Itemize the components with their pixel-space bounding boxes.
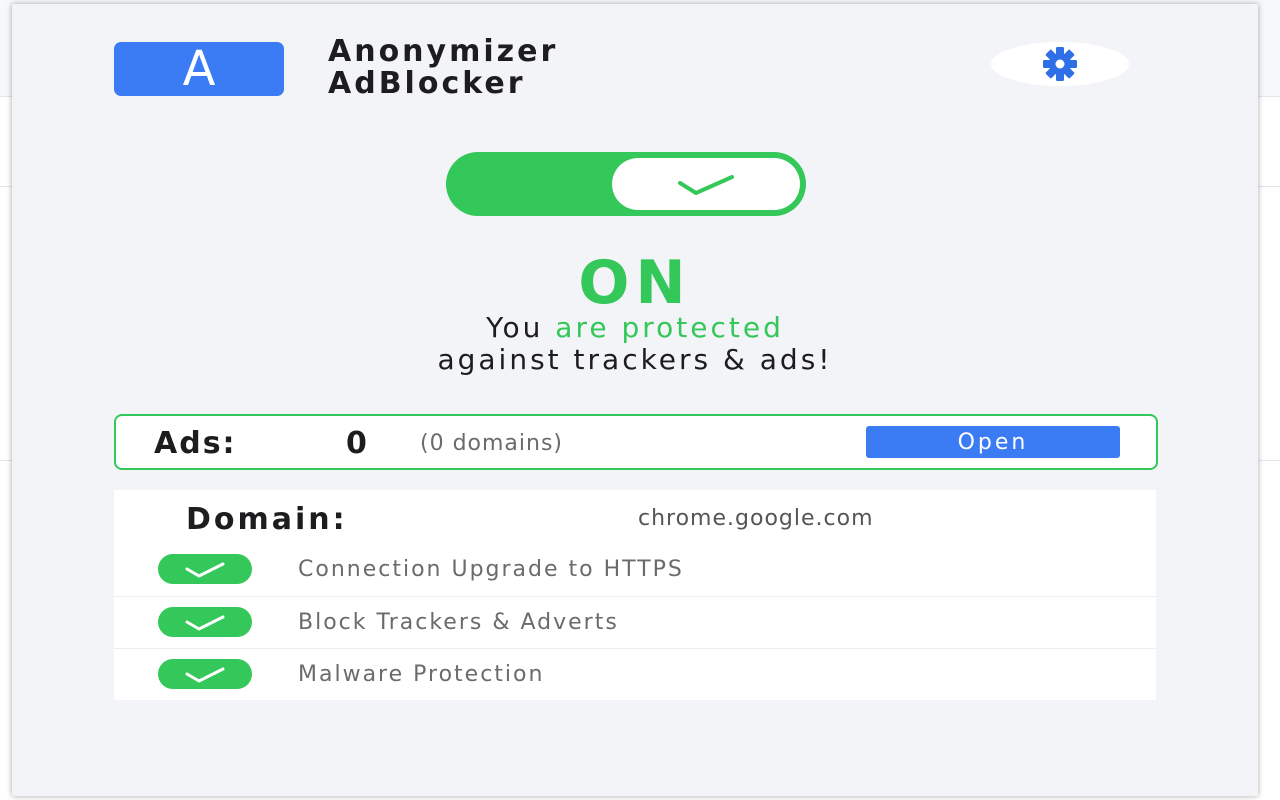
protection-tagline: You are protected against trackers & ads…: [12, 312, 1258, 376]
checkmark-icon: [185, 667, 225, 683]
open-button[interactable]: Open: [866, 426, 1120, 458]
logo-letter: A: [182, 41, 216, 97]
feature-label: Malware Protection: [298, 662, 545, 687]
domain-panel: Domain: chrome.google.com Connection Upg…: [114, 490, 1156, 700]
domain-label: Domain:: [186, 502, 348, 537]
tagline-line2: against trackers & ads!: [437, 343, 833, 376]
feature-label: Block Trackers & Adverts: [298, 610, 619, 635]
toggle-knob: [612, 158, 800, 210]
feature-row-malware: Malware Protection: [114, 648, 1156, 701]
ads-summary: Ads: 0 (0 domains) Open: [114, 414, 1158, 470]
feature-toggle-https[interactable]: [158, 554, 252, 584]
app-title-line1: Anonymizer: [328, 34, 559, 69]
feature-toggle-trackers[interactable]: [158, 607, 252, 637]
feature-toggle-malware[interactable]: [158, 659, 252, 689]
gear-icon: [1043, 47, 1077, 81]
ads-label: Ads:: [154, 426, 237, 461]
checkmark-icon: [185, 615, 225, 631]
app-logo: A: [114, 41, 284, 97]
feature-row-https: Connection Upgrade to HTTPS: [114, 544, 1156, 596]
checkmark-icon: [678, 175, 734, 195]
protection-state-label: ON: [578, 248, 692, 318]
checkmark-icon: [185, 562, 225, 578]
ads-domains-count: (0 domains): [420, 431, 564, 456]
tagline-prefix: You: [486, 311, 556, 344]
tagline-highlight: are protected: [555, 311, 784, 344]
protection-toggle[interactable]: [446, 152, 806, 216]
feature-row-trackers: Block Trackers & Adverts: [114, 596, 1156, 649]
app-title-line2: AdBlocker: [328, 66, 526, 101]
domain-value: chrome.google.com: [638, 506, 874, 531]
feature-label: Connection Upgrade to HTTPS: [298, 557, 684, 582]
ads-count: 0: [346, 426, 367, 461]
app-title: Anonymizer AdBlocker: [328, 36, 558, 100]
settings-button[interactable]: [991, 42, 1129, 86]
extension-popup: A Anonymizer AdBlocker ON You are protec…: [12, 4, 1258, 796]
